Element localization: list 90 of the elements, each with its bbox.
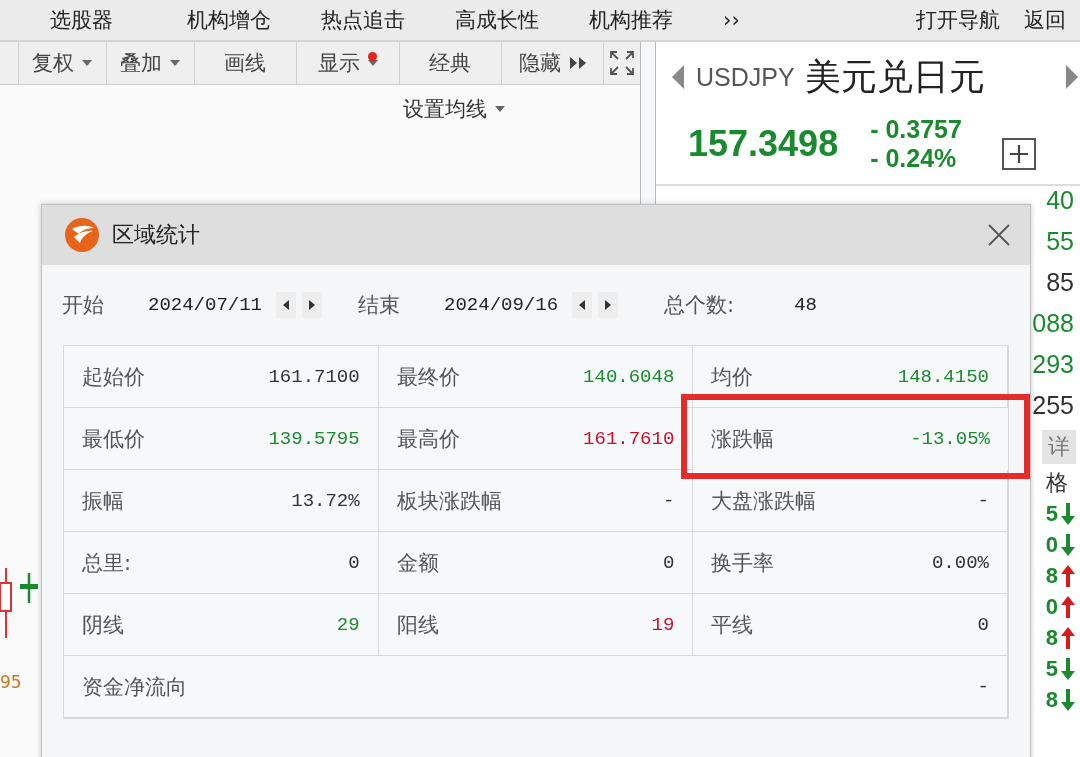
menu-item[interactable]: 高成长性 [455,6,539,34]
tick-value: 8 [1045,562,1058,589]
caret-icon [495,106,505,112]
stat-label: 大盘涨跌幅 [711,487,817,515]
right-triangle-icon [309,300,316,310]
symbol-name: 美元兑日元 [804,54,985,99]
caret-icon [170,60,181,66]
left-triangle-icon [283,300,290,310]
tick-value: 0 [1045,593,1058,620]
detail-button[interactable]: 详 [1042,430,1076,464]
tick-value: 8 [1045,624,1058,651]
quote-value: 40 [1046,185,1074,216]
change-percent: - 0.24% [870,144,958,173]
next-button[interactable] [598,292,619,318]
stat-label: 最终价 [396,363,460,391]
symbol-code: USDJPY [696,62,795,92]
stat-value: 0 [977,613,989,636]
menu-item[interactable]: 选股器 [50,6,113,34]
stat-value: 0.00% [931,551,989,574]
caret-icon [82,60,93,66]
stat-label: 均价 [711,363,754,391]
menu-item[interactable]: 热点追击 [321,6,405,34]
left-arrow-icon [670,64,686,90]
menu-item[interactable]: 机构推荐 [589,6,673,34]
stat-label: 振幅 [82,487,124,515]
field-label: 开始 [62,292,104,319]
stat-value: 148.4150 [897,365,989,388]
tick-value: 0 [1045,531,1058,558]
stat-value: 13.72% [291,489,360,512]
quote-value: 85 [1046,267,1074,298]
stat-value: 161.7100 [268,365,360,388]
stat-value: - [977,489,989,512]
menu-item[interactable]: 打开导航 [916,6,1000,34]
add-button[interactable] [1001,138,1036,170]
stat-label: 平线 [711,611,754,639]
previous-button[interactable] [572,292,593,318]
plus-icon [1007,143,1030,165]
last-price: 157.3498 [688,123,839,165]
stat-value: 19 [651,613,675,636]
tick-value: 8 [1045,686,1058,713]
notification-dot [367,52,377,61]
menu-item[interactable]: 返回 [1024,6,1066,34]
stat-label: 金额 [396,549,439,577]
stat-value: 0 [662,551,675,574]
previous-button[interactable] [276,292,297,318]
stat-value: - [662,489,675,512]
stat-label: 涨跌幅 [711,425,775,453]
close-icon [986,222,1012,248]
stat-label: 阳线 [396,611,439,639]
stat-value: -13.05% [910,427,990,450]
close-button[interactable] [986,222,1012,248]
left-triangle-icon [579,300,586,310]
field-label: 总个数: [664,292,735,319]
stat-label: 起始价 [82,363,145,391]
moving-average-dropdown[interactable]: 设置均线 [403,95,505,123]
tick-value: 5 [1045,500,1058,527]
price-change: - 0.3757 [870,115,962,144]
start-date[interactable]: 2024/07/11 [148,294,263,316]
stat-value: 0 [348,551,360,574]
tick-value: 5 [1045,655,1058,682]
stat-label: 最低价 [82,425,145,453]
stat-value: 139.5795 [268,427,360,450]
app-logo-icon [64,217,100,253]
menu-item[interactable]: 机构增仓 [187,6,271,34]
next-button[interactable] [302,292,323,318]
quote-value: 293 [1032,349,1074,380]
price-label: 95 [0,672,22,692]
stat-label: 最高价 [396,425,460,453]
stat-label: 板块涨跌幅 [396,487,502,515]
stat-value: 140.6048 [583,365,675,388]
column-header: 格 [1046,469,1068,497]
quote-value: 255 [1032,390,1074,421]
fullscreen-icon [609,50,636,76]
count-value: 48 [794,294,817,316]
end-date[interactable]: 2024/09/16 [444,294,559,316]
more-menu[interactable]: ›› [723,8,740,32]
right-triangle-icon [605,300,612,310]
quote-value: 088 [1032,308,1074,339]
dialog-title: 区域统计 [112,221,200,249]
stat-label: 换手率 [711,549,775,577]
stat-label: 总里: [82,549,132,577]
stat-value: 29 [336,613,360,636]
stat-value: - [977,675,989,698]
double-triangle-icon [568,56,587,70]
stat-label: 阴线 [82,611,124,639]
stat-label: 资金净流向 [82,673,187,701]
quote-value: 55 [1046,226,1074,257]
field-label: 结束 [358,292,401,319]
stat-value: 161.7610 [583,427,675,450]
right-arrow-icon [1064,64,1080,90]
